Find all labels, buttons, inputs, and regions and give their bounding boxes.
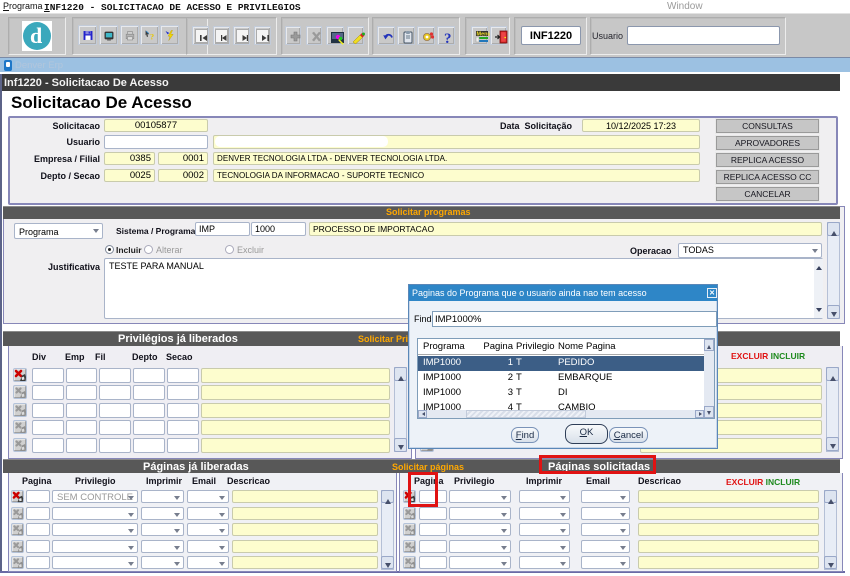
svg-text:?: ?: [150, 32, 154, 41]
svg-text:?: ?: [444, 31, 452, 46]
svg-text:Menu: Menu: [477, 32, 491, 38]
